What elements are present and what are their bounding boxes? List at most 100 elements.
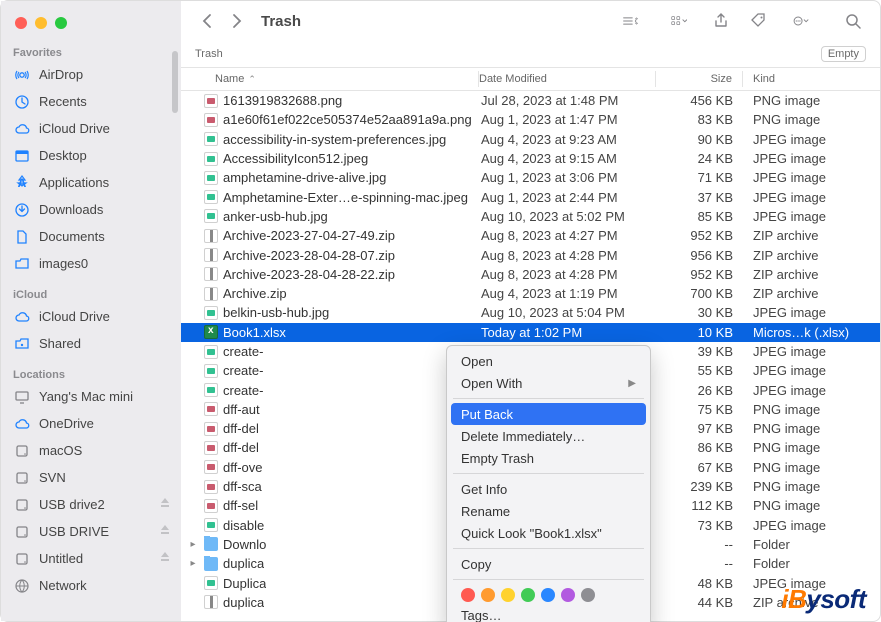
share-button[interactable]	[710, 10, 732, 32]
file-row[interactable]: Archive.zipAug 4, 2023 at 1:19 PM700 KBZ…	[181, 284, 880, 303]
menu-item-quick-look-book1-xlsx-[interactable]: Quick Look "Book1.xlsx"	[447, 522, 650, 544]
tag-color-dot[interactable]	[561, 588, 575, 602]
file-size: 239 KB	[657, 479, 743, 494]
menu-item-get-info[interactable]: Get Info	[447, 478, 650, 500]
file-kind: JPEG image	[743, 209, 880, 224]
tags-button[interactable]	[748, 10, 770, 32]
group-by-button[interactable]	[664, 10, 694, 32]
sidebar-item-label: SVN	[39, 470, 66, 485]
search-button[interactable]	[842, 10, 864, 32]
tag-color-dot[interactable]	[581, 588, 595, 602]
file-kind: Folder	[743, 556, 880, 571]
file-size: 44 KB	[657, 595, 743, 610]
sidebar-item-icloud-drive[interactable]: iCloud Drive	[1, 303, 181, 330]
sidebar-item-airdrop[interactable]: AirDrop	[1, 61, 181, 88]
file-size: 10 KB	[657, 325, 743, 340]
sidebar-item-label: Yang's Mac mini	[39, 389, 133, 404]
file-kind: PNG image	[743, 421, 880, 436]
nav-forward-button[interactable]	[225, 10, 247, 32]
file-row[interactable]: 1613919832688.pngJul 28, 2023 at 1:48 PM…	[181, 91, 880, 110]
sidebar-item-usb-drive2[interactable]: USB drive2	[1, 491, 181, 518]
action-menu-button[interactable]	[786, 10, 816, 32]
sidebar-item-network[interactable]: Network	[1, 572, 181, 599]
sidebar-item-recents[interactable]: Recents	[1, 88, 181, 115]
file-size: 97 KB	[657, 421, 743, 436]
file-row[interactable]: Archive-2023-28-04-28-22.zipAug 8, 2023 …	[181, 265, 880, 284]
menu-item-tags[interactable]: Tags…	[447, 604, 650, 622]
clock-icon	[13, 93, 31, 111]
cloud-icon	[13, 415, 31, 433]
column-header-name[interactable]: Name⌃	[181, 73, 478, 85]
tag-color-dot[interactable]	[481, 588, 495, 602]
sidebar-item-downloads[interactable]: Downloads	[1, 196, 181, 223]
sidebar-scrollbar-thumb[interactable]	[172, 51, 178, 113]
jpeg-file-icon	[203, 189, 219, 205]
minimize-window-button[interactable]	[35, 17, 47, 29]
file-row[interactable]: AccessibilityIcon512.jpegAug 4, 2023 at …	[181, 149, 880, 168]
menu-item-put-back[interactable]: Put Back	[451, 403, 646, 425]
eject-icon[interactable]	[159, 524, 171, 539]
sidebar-item-onedrive[interactable]: OneDrive	[1, 410, 181, 437]
tag-color-dot[interactable]	[461, 588, 475, 602]
sidebar-item-documents[interactable]: Documents	[1, 223, 181, 250]
file-row[interactable]: Book1.xlsxToday at 1:02 PM10 KBMicros…k …	[181, 323, 880, 342]
png-file-icon	[203, 401, 219, 417]
file-row[interactable]: Archive-2023-28-04-28-07.zipAug 8, 2023 …	[181, 245, 880, 264]
sidebar-item-images0[interactable]: images0	[1, 250, 181, 277]
menu-item-empty-trash[interactable]: Empty Trash	[447, 447, 650, 469]
tag-color-dot[interactable]	[501, 588, 515, 602]
sidebar-item-macos[interactable]: macOS	[1, 437, 181, 464]
jpeg-file-icon	[203, 305, 219, 321]
sidebar-item-shared[interactable]: Shared	[1, 330, 181, 357]
maximize-window-button[interactable]	[55, 17, 67, 29]
menu-item-rename[interactable]: Rename	[447, 500, 650, 522]
disclosure-icon[interactable]: ▸	[187, 558, 199, 569]
column-header-size[interactable]: Size	[656, 73, 742, 85]
eject-icon[interactable]	[159, 551, 171, 566]
file-row[interactable]: accessibility-in-system-preferences.jpgA…	[181, 130, 880, 149]
airdrop-icon	[13, 66, 31, 84]
disclosure-icon[interactable]: ▸	[187, 539, 199, 550]
file-name: create-	[223, 344, 263, 359]
file-date: Aug 10, 2023 at 5:02 PM	[481, 209, 657, 224]
file-row[interactable]: amphetamine-drive-alive.jpgAug 1, 2023 a…	[181, 168, 880, 187]
menu-item-label: Get Info	[461, 482, 507, 497]
file-row[interactable]: a1e60f61ef022ce505374e52aa891a9a.pngAug …	[181, 110, 880, 129]
menu-item-open-with[interactable]: Open With▶	[447, 372, 650, 394]
sidebar-item-usb-drive[interactable]: USB DRIVE	[1, 518, 181, 545]
file-row[interactable]: Archive-2023-27-04-27-49.zipAug 8, 2023 …	[181, 226, 880, 245]
sidebar-item-icloud-drive[interactable]: iCloud Drive	[1, 115, 181, 142]
sidebar-item-untitled[interactable]: Untitled	[1, 545, 181, 572]
view-mode-button[interactable]	[614, 10, 648, 32]
close-window-button[interactable]	[15, 17, 27, 29]
empty-trash-button[interactable]: Empty	[821, 46, 866, 62]
zip-file-icon	[203, 266, 219, 282]
column-header-kind[interactable]: Kind	[743, 73, 880, 85]
path-breadcrumb[interactable]: Trash	[195, 48, 223, 60]
sidebar-item-svn[interactable]: SVN	[1, 464, 181, 491]
eject-icon[interactable]	[159, 497, 171, 512]
menu-item-label: Put Back	[461, 407, 513, 422]
tag-color-dot[interactable]	[521, 588, 535, 602]
file-row[interactable]: belkin-usb-hub.jpgAug 10, 2023 at 5:04 P…	[181, 303, 880, 322]
file-date: Aug 4, 2023 at 1:19 PM	[481, 286, 657, 301]
menu-item-copy[interactable]: Copy	[447, 553, 650, 575]
main-content: Trash Trash Empty Name⌃ Date Modified Si…	[181, 1, 880, 621]
file-row[interactable]: Amphetamine-Exter…e-spinning-mac.jpegAug…	[181, 187, 880, 206]
file-size: 24 KB	[657, 151, 743, 166]
nav-back-button[interactable]	[197, 10, 219, 32]
sidebar: Favorites AirDropRecentsiCloud DriveDesk…	[1, 1, 181, 621]
menu-item-label: Rename	[461, 504, 510, 519]
sidebar-item-label: images0	[39, 256, 88, 271]
sidebar-item-yang-s-mac-mini[interactable]: Yang's Mac mini	[1, 383, 181, 410]
sidebar-item-applications[interactable]: AApplications	[1, 169, 181, 196]
tag-color-dot[interactable]	[541, 588, 555, 602]
file-name: accessibility-in-system-preferences.jpg	[223, 132, 446, 147]
file-row[interactable]: anker-usb-hub.jpgAug 10, 2023 at 5:02 PM…	[181, 207, 880, 226]
png-file-icon	[203, 112, 219, 128]
menu-item-open[interactable]: Open	[447, 350, 650, 372]
sidebar-item-desktop[interactable]: Desktop	[1, 142, 181, 169]
column-header-date[interactable]: Date Modified	[479, 73, 655, 85]
file-size: 73 KB	[657, 518, 743, 533]
menu-item-delete-immediately-[interactable]: Delete Immediately…	[447, 425, 650, 447]
